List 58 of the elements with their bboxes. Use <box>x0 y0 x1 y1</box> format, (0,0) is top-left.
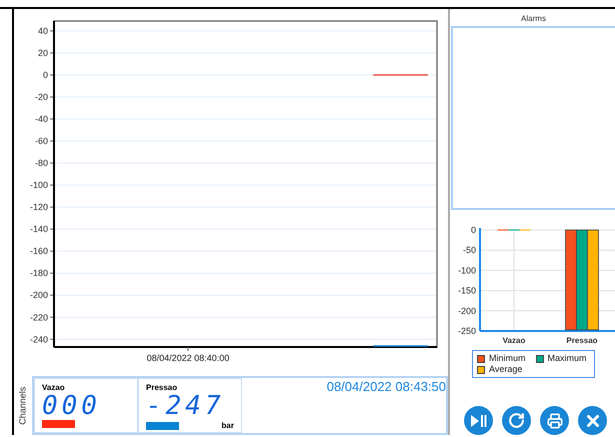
legend-label: Minimum <box>489 353 526 364</box>
axis-label: -80 <box>34 158 48 168</box>
axis-label: -100 <box>458 265 476 276</box>
play-pause-button[interactable] <box>464 406 493 435</box>
axis-label: -200 <box>458 306 476 316</box>
datetime-label: 08/04/2022 08:43:50 <box>326 380 446 396</box>
axis-label: -250 <box>458 326 476 336</box>
tick-mark <box>50 30 54 32</box>
axis-label: -240 <box>30 334 48 344</box>
alarms-title: Alarms <box>520 15 547 23</box>
channels-label: Channels <box>16 386 28 424</box>
axis-label: 20 <box>38 48 48 58</box>
channel-name: Vazao <box>42 384 66 392</box>
tick-mark <box>50 162 54 164</box>
tick-mark <box>50 52 54 54</box>
tick-mark <box>50 74 54 76</box>
axis-label: Vazao <box>502 336 526 345</box>
axis-label: -160 <box>30 246 48 256</box>
play-pause-icon <box>470 414 486 426</box>
legend-label: Average <box>489 364 522 375</box>
channel-name: Pressao <box>146 384 178 392</box>
refresh-icon <box>508 412 525 429</box>
tick-mark <box>50 250 54 252</box>
axis-label: Pressao <box>566 336 598 345</box>
axis-label: 0 <box>42 70 48 80</box>
print-button[interactable] <box>540 406 569 435</box>
unit-label: bar <box>222 420 234 432</box>
legend-label: Maximum <box>548 353 587 364</box>
tick-mark <box>50 140 54 142</box>
axis-label: 40 <box>38 26 48 36</box>
printer-icon <box>546 412 562 428</box>
axis-label: 0 <box>470 225 476 235</box>
axis-label: -150 <box>458 286 476 296</box>
axis-label: -60 <box>34 136 48 146</box>
axis-label: -40 <box>34 114 48 124</box>
tick-mark <box>50 184 54 186</box>
axis-label: -100 <box>30 180 48 190</box>
axis-label: -220 <box>30 312 48 322</box>
tick-mark <box>50 228 54 230</box>
axis-label: -200 <box>30 290 48 300</box>
tick-mark <box>50 272 54 274</box>
axis-label: 08/04/2022 08:40:00 <box>146 353 230 363</box>
tick-mark <box>50 96 54 98</box>
tick-mark <box>50 294 54 296</box>
tick-mark <box>50 316 54 318</box>
tick-mark <box>50 118 54 120</box>
axis-label: -180 <box>30 268 48 278</box>
tick-mark <box>50 206 54 208</box>
channel-reading: 000 <box>42 392 102 420</box>
tick-mark <box>188 346 189 352</box>
axis-label: -50 <box>462 245 476 256</box>
channel-reading: -247 <box>146 392 226 420</box>
refresh-button[interactable] <box>502 406 531 435</box>
tick-mark <box>50 338 54 340</box>
axis-label: -140 <box>30 224 48 234</box>
axis-label: -120 <box>30 202 48 212</box>
close-button[interactable] <box>578 406 607 435</box>
axis-label: -20 <box>34 92 48 102</box>
